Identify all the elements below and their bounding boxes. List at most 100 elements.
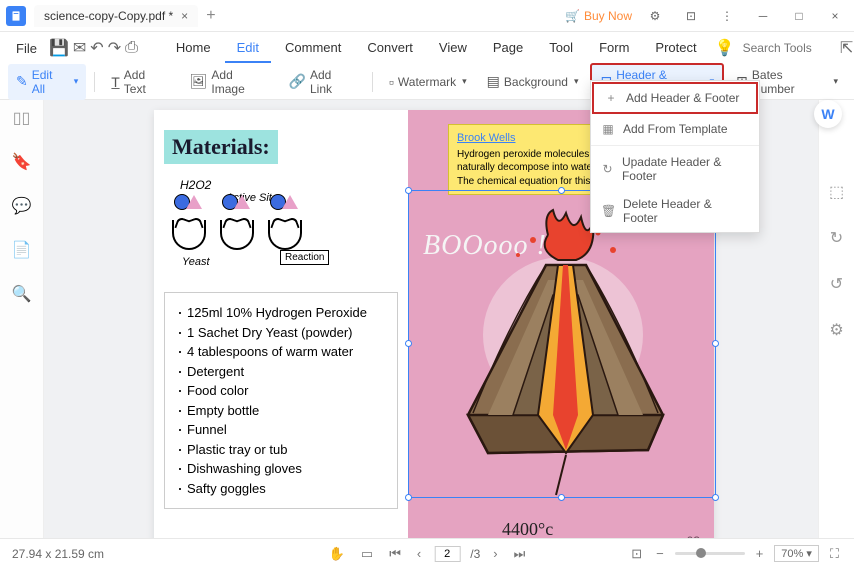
add-link-button[interactable]: 🔗 Add Link (281, 64, 364, 100)
right-sidebar: ⬚ ↻ ↺ ⚙ (818, 100, 854, 538)
list-item: Food color (177, 381, 385, 401)
add-tab-button[interactable]: + (206, 7, 215, 25)
yeast-label: Yeast (182, 256, 210, 268)
resize-handle[interactable] (405, 494, 412, 501)
word-badge-icon[interactable]: W (814, 100, 842, 128)
chevron-down-icon: ▾ (833, 76, 838, 87)
page-left: Materials: H2O2 Active Site Yeast Reacti… (154, 110, 408, 558)
title-bar: science-copy-Copy.pdf * × + 🛒 Buy Now ⚙ … (0, 0, 854, 32)
dropdown-delete[interactable]: 🗑 Delete Header & Footer (591, 190, 759, 232)
divider (94, 72, 95, 92)
save-icon[interactable]: 💾 (49, 36, 69, 60)
rotate-left-icon[interactable]: ↺ (825, 272, 849, 296)
buy-now-button[interactable]: 🛒 Buy Now (565, 9, 632, 23)
resize-handle[interactable] (405, 340, 412, 347)
tab-view[interactable]: View (427, 34, 479, 63)
first-page-icon[interactable]: ⏮ (386, 544, 404, 564)
divider (372, 72, 373, 92)
bulb-icon[interactable]: 💡 (713, 36, 737, 60)
next-page-icon[interactable]: › (490, 544, 500, 563)
redo-icon[interactable]: ↷ (108, 36, 121, 60)
zoom-value[interactable]: 70% ▾ (774, 545, 819, 562)
resize-handle[interactable] (712, 340, 719, 347)
page-nav: ✋ ▭ ⏮ ‹ /3 › ⏭ (326, 544, 529, 564)
cloud-icon[interactable]: ⊡ (678, 3, 704, 29)
tab-protect[interactable]: Protect (643, 34, 708, 63)
list-item: 125ml 10% Hydrogen Peroxide (177, 303, 385, 323)
selection-icon[interactable]: ▭ (358, 544, 376, 564)
watermark-button[interactable]: ▫ Watermark ▾ (381, 70, 475, 94)
list-item: 4 tablespoons of warm water (177, 342, 385, 362)
tab-home[interactable]: Home (164, 34, 223, 63)
mail-icon[interactable]: ✉ (73, 36, 86, 60)
close-window-button[interactable]: × (822, 3, 848, 29)
zoom-in-icon[interactable]: + (753, 544, 767, 563)
text-icon: T̲ (111, 74, 120, 90)
add-text-button[interactable]: T̲ Add Text (103, 64, 177, 100)
print-icon[interactable]: ⎙ (125, 36, 138, 60)
thumbnails-icon[interactable]: ▯▯ (10, 106, 34, 130)
dropdown-add-template[interactable]: ▦ Add From Template (591, 115, 759, 143)
gift-icon[interactable]: ⚙ (642, 3, 668, 29)
tab-form[interactable]: Form (587, 34, 641, 63)
last-page-icon[interactable]: ⏭ (511, 544, 529, 564)
comments-icon[interactable]: 💬 (10, 194, 34, 218)
chevron-down-icon: ▾ (462, 76, 467, 87)
resize-handle[interactable] (558, 187, 565, 194)
resize-handle[interactable] (405, 187, 412, 194)
close-tab-icon[interactable]: × (181, 9, 188, 23)
resize-handle[interactable] (712, 494, 719, 501)
temp-text: 4400°c (502, 519, 553, 540)
search-tools-input[interactable] (741, 39, 831, 57)
pencil-icon: ✎ (16, 73, 28, 90)
template-icon: ▦ (601, 122, 615, 136)
chevron-down-icon: ▾ (74, 76, 79, 87)
undo-icon[interactable]: ↶ (90, 36, 103, 60)
dropdown-update[interactable]: ↻ Upadate Header & Footer (591, 148, 759, 190)
reaction-label: Reaction (280, 250, 329, 265)
tab-edit[interactable]: Edit (225, 34, 271, 63)
tab-tool[interactable]: Tool (537, 34, 585, 63)
page-input[interactable] (434, 546, 460, 562)
more-icon[interactable]: ⋮ (714, 3, 740, 29)
add-image-button[interactable]: 🖼 Add Image (182, 64, 277, 100)
background-icon: ▤ (487, 73, 500, 90)
left-sidebar: ▯▯ 🔖 💬 📄 🔍 (0, 100, 44, 538)
share-icon[interactable]: ⇱ (835, 36, 854, 60)
search-icon[interactable]: 🔍 (10, 282, 34, 306)
image-icon: 🖼 (190, 73, 208, 90)
dropdown-add-header[interactable]: + Add Header & Footer (592, 82, 758, 114)
fullscreen-icon[interactable]: ⛶ (827, 544, 842, 564)
maximize-button[interactable]: □ (786, 3, 812, 29)
watermark-icon: ▫ (389, 74, 394, 90)
trash-icon: 🗑 (601, 204, 615, 218)
menu-tabs: Home Edit Comment Convert View Page Tool… (164, 34, 709, 63)
header-footer-dropdown: + Add Header & Footer ▦ Add From Templat… (590, 80, 760, 233)
fit-icon[interactable]: ⊡ (628, 544, 645, 564)
settings-icon[interactable]: ⚙ (825, 318, 849, 342)
zoom-slider[interactable] (675, 552, 745, 555)
minimize-button[interactable]: ─ (750, 3, 776, 29)
bookmarks-icon[interactable]: 🔖 (10, 150, 34, 174)
menu-file[interactable]: File (8, 37, 45, 60)
cart-icon: 🛒 (565, 9, 580, 23)
tab-comment[interactable]: Comment (273, 34, 353, 63)
rotate-right-icon[interactable]: ↻ (825, 226, 849, 250)
status-bar: 27.94 x 21.59 cm ✋ ▭ ⏮ ‹ /3 › ⏭ ⊡ − + 70… (0, 538, 854, 568)
tab-convert[interactable]: Convert (355, 34, 425, 63)
list-item: Plastic tray or tub (177, 440, 385, 460)
plus-icon: + (604, 91, 618, 105)
divider (591, 145, 759, 146)
edit-all-button[interactable]: ✎ Edit All ▾ (8, 64, 86, 100)
attachments-icon[interactable]: 📄 (10, 238, 34, 262)
prev-page-icon[interactable]: ‹ (414, 544, 424, 563)
h2o2-label: H2O2 (180, 178, 211, 192)
background-button[interactable]: ▤ Background ▾ (479, 69, 587, 94)
page-total: /3 (470, 547, 480, 561)
reaction-diagram: H2O2 Active Site Yeast Reaction (164, 178, 398, 278)
tab-page[interactable]: Page (481, 34, 535, 63)
hand-icon[interactable]: ✋ (326, 544, 348, 564)
zoom-out-icon[interactable]: − (653, 544, 667, 563)
document-tab[interactable]: science-copy-Copy.pdf * × (34, 5, 198, 27)
crop-icon[interactable]: ⬚ (825, 180, 849, 204)
